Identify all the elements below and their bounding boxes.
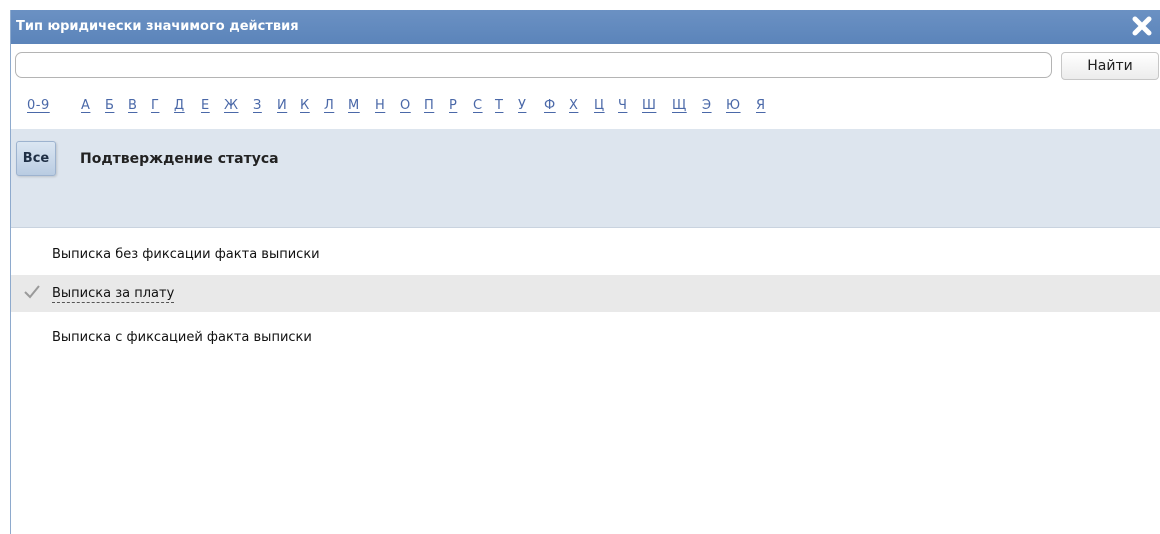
letter-m[interactable]: М xyxy=(348,98,360,113)
letter-l[interactable]: Л xyxy=(324,98,334,113)
list-item-selected[interactable]: Выписка за плату xyxy=(11,275,1160,312)
letter-i[interactable]: И xyxy=(277,98,287,113)
letter-f[interactable]: Ф xyxy=(544,98,556,113)
checkmark-icon xyxy=(24,285,40,299)
letter-d[interactable]: Д xyxy=(174,98,185,113)
letter-v[interactable]: В xyxy=(128,98,137,113)
letter-p[interactable]: П xyxy=(424,98,434,113)
letter-ya[interactable]: Я xyxy=(756,98,766,113)
letter-yu[interactable]: Ю xyxy=(726,98,741,113)
dialog-titlebar: Тип юридически значимого действия xyxy=(11,10,1160,44)
letter-a[interactable]: А xyxy=(81,98,90,113)
letter-zh[interactable]: Ж xyxy=(224,98,239,113)
letter-s[interactable]: С xyxy=(473,98,483,113)
letter-ts[interactable]: Ц xyxy=(594,98,605,113)
list-item-label: Выписка без фиксации факта выписки xyxy=(52,247,320,262)
letter-0-9[interactable]: 0-9 xyxy=(27,98,50,113)
list-item[interactable]: Выписка без фиксации факта выписки xyxy=(11,236,1160,273)
letter-e[interactable]: Е xyxy=(201,98,210,113)
divider xyxy=(11,227,1160,228)
dialog-window: Тип юридически значимого действия Найти … xyxy=(10,10,1160,534)
alphabet-filter: 0-9 А Б В Г Д Е Ж З И К Л М Н О П Р С Т … xyxy=(11,94,1160,124)
category-item-status-confirmation[interactable]: Подтверждение статуса xyxy=(80,151,279,167)
letter-b[interactable]: Б xyxy=(105,98,114,113)
letter-kh[interactable]: Х xyxy=(569,98,578,113)
list-item[interactable]: Выписка с фиксацией факта выписки xyxy=(11,319,1160,356)
letter-z[interactable]: З xyxy=(253,98,262,113)
letter-n[interactable]: Н xyxy=(375,98,385,113)
close-icon[interactable] xyxy=(1131,15,1153,37)
letter-sh[interactable]: Ш xyxy=(642,98,656,113)
letter-k[interactable]: К xyxy=(300,98,310,113)
search-row: Найти xyxy=(15,52,1160,80)
letter-e-rev[interactable]: Э xyxy=(702,98,712,113)
letter-ch[interactable]: Ч xyxy=(618,98,627,113)
letter-g[interactable]: Г xyxy=(151,98,159,113)
letter-u[interactable]: У xyxy=(518,98,526,113)
all-categories-button[interactable]: Все xyxy=(16,141,56,176)
list-item-label: Выписка с фиксацией факта выписки xyxy=(52,330,312,345)
letter-o[interactable]: О xyxy=(400,98,411,113)
letter-shch[interactable]: Щ xyxy=(672,98,687,113)
search-button[interactable]: Найти xyxy=(1061,52,1159,80)
category-panel: Все Подтверждение статуса xyxy=(11,129,1160,228)
search-input[interactable] xyxy=(15,52,1052,78)
letter-r[interactable]: Р xyxy=(449,98,457,113)
dialog-title: Тип юридически значимого действия xyxy=(16,19,299,34)
list-item-label: Выписка за плату xyxy=(52,286,175,303)
letter-t[interactable]: Т xyxy=(495,98,503,113)
